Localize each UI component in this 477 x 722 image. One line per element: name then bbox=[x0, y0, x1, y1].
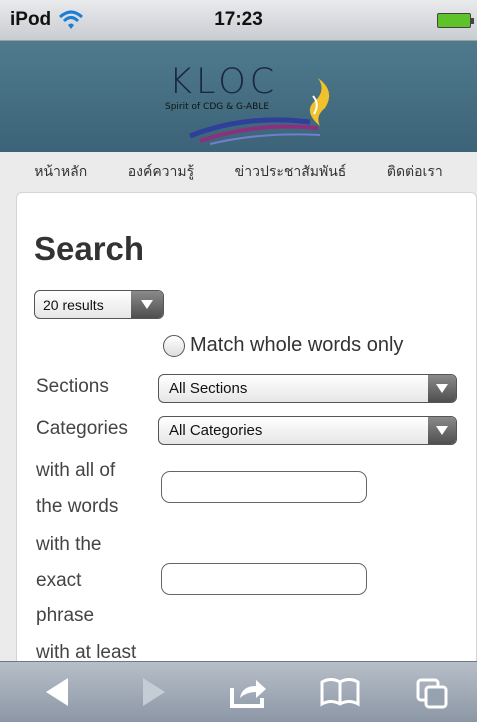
all-words-label-line1: with all of bbox=[36, 460, 116, 481]
main-nav: หน้าหลัก องค์ความรู้ ข่าวประชาสัมพันธ์ ต… bbox=[0, 152, 477, 192]
nav-news[interactable]: ข่าวประชาสัมพันธ์ bbox=[235, 161, 347, 183]
match-whole-words-label: Match whole words only bbox=[190, 334, 404, 356]
categories-label: Categories bbox=[36, 418, 128, 439]
sections-select[interactable]: All Sections bbox=[158, 374, 457, 403]
sections-label: Sections bbox=[36, 376, 109, 397]
all-words-input[interactable] bbox=[161, 471, 367, 503]
exact-phrase-label-line3: phrase bbox=[36, 605, 95, 626]
share-icon[interactable] bbox=[226, 672, 270, 712]
bookmarks-icon[interactable] bbox=[318, 672, 362, 712]
sections-value: All Sections bbox=[169, 380, 248, 397]
browser-toolbar bbox=[0, 661, 477, 722]
logo-wave-graphic bbox=[189, 78, 330, 145]
battery-icon bbox=[437, 13, 474, 28]
site-logo[interactable]: KLOC Spirit of CDG & G-ABLE bbox=[150, 56, 350, 146]
back-icon[interactable] bbox=[36, 672, 80, 712]
nav-contact[interactable]: ติดต่อเรา bbox=[387, 161, 443, 183]
nav-home[interactable]: หน้าหลัก bbox=[34, 161, 87, 183]
nav-knowledge[interactable]: องค์ความรู้ bbox=[128, 161, 194, 183]
status-bar: iPod 17:23 bbox=[0, 0, 477, 41]
exact-phrase-label-line2: exact bbox=[36, 570, 82, 591]
tabs-icon[interactable] bbox=[412, 672, 456, 712]
exact-phrase-input[interactable] bbox=[161, 563, 367, 595]
page-title: Search bbox=[34, 230, 145, 267]
match-whole-words-checkbox[interactable] bbox=[163, 335, 185, 357]
all-words-label-line2: the words bbox=[36, 496, 119, 517]
results-count-value: 20 results bbox=[43, 297, 104, 313]
status-time: 17:23 bbox=[214, 9, 263, 30]
forward-icon[interactable] bbox=[131, 672, 175, 712]
chevron-down-icon bbox=[428, 375, 456, 402]
chevron-down-icon bbox=[428, 417, 456, 444]
categories-select[interactable]: All Categories bbox=[158, 416, 457, 445]
site-banner: KLOC Spirit of CDG & G-ABLE bbox=[0, 41, 477, 152]
exact-phrase-label-line1: with the bbox=[36, 534, 102, 555]
results-count-select[interactable]: 20 results bbox=[34, 290, 164, 319]
chevron-down-icon bbox=[131, 291, 163, 318]
categories-value: All Categories bbox=[169, 422, 263, 439]
